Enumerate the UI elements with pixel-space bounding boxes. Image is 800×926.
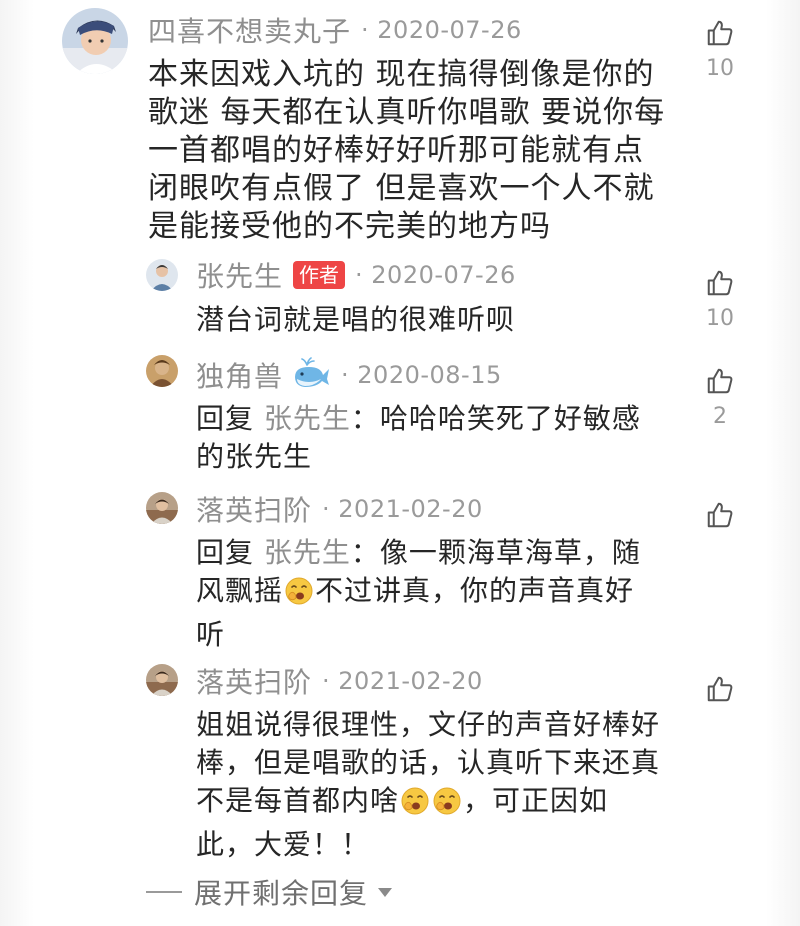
reply-target-user[interactable]: 张先生 [264, 402, 351, 435]
reply-date: · 2021-02-20 [322, 495, 483, 523]
reply-date: · 2020-08-15 [341, 361, 502, 389]
reply-text-line: 不是每首都内啥 ，可正因如 [196, 782, 716, 826]
reply-text-line: 姐姐说得很理性，文仔的声音好棒好 [196, 708, 661, 741]
reply-text: 潜台词就是唱的很难听呗 [196, 303, 516, 336]
comment-text-line: 一首都唱的好棒好好听那可能就有点 [148, 133, 644, 168]
yawning-face-emoji [284, 576, 314, 616]
avatar[interactable] [146, 355, 178, 387]
thumbs-up-icon [707, 270, 733, 296]
like-button[interactable]: 2 [700, 366, 740, 429]
reply-text-fragment: ，可正因如 [463, 784, 609, 817]
reply-date: · 2020-07-26 [355, 261, 516, 289]
caret-down-icon [378, 887, 393, 897]
comment-text-line: 闭眼吹有点假了 但是喜欢一个人不就 [148, 171, 655, 206]
reply-text: 回复 张先生：哈哈哈笑死了好敏感 的张先生 [196, 400, 696, 476]
reply-text-fragment: 风飘摇 [196, 574, 284, 607]
like-count: 10 [706, 56, 734, 81]
avatar[interactable] [146, 492, 178, 524]
avatar[interactable] [146, 259, 178, 291]
reply-meta: 落英扫阶 · 2021-02-20 [196, 491, 483, 527]
reply-text-line: 风飘摇 不过讲真，你的声音真好 [196, 572, 696, 616]
reply-text-fragment: 不是每首都内啥 [196, 784, 400, 817]
username[interactable]: 张先生 [196, 255, 283, 295]
expand-replies-label: 展开剩余回复 [194, 877, 369, 910]
like-button[interactable] [700, 500, 740, 534]
reply-target-user[interactable]: 张先生 [264, 536, 351, 569]
avatar[interactable] [146, 664, 178, 696]
reply-text-line: 此，大爱！！ [196, 828, 371, 861]
like-button[interactable] [700, 674, 740, 708]
whale-icon [291, 357, 331, 393]
reply-text-line: 听 [196, 618, 226, 651]
comment-text-line: 歌迷 每天都在认真听你唱歌 要说你每 [148, 95, 666, 130]
reply-prefix: 回复 [196, 402, 264, 435]
reply-text-line: 的张先生 [196, 440, 313, 473]
reply-meta: 张先生 作者 · 2020-07-26 [196, 257, 516, 293]
reply-text-fragment: 不过讲真，你的声音真好 [315, 574, 635, 607]
reply-meta: 独角兽 · 2020-08-15 [196, 357, 502, 393]
reply-text-fragment: ：像一颗海草海草，随 [350, 536, 641, 569]
reply-meta: 落英扫阶 · 2021-02-20 [196, 663, 483, 699]
divider-line [146, 891, 182, 893]
reply-text-line: 回复 张先生：哈哈哈笑死了好敏感 [196, 400, 696, 438]
expand-replies-button[interactable]: 展开剩余回复 [146, 872, 393, 912]
comment-date: · 2020-07-26 [361, 16, 522, 44]
right-shadow [766, 0, 800, 926]
yawning-face-emoji [432, 786, 462, 826]
username[interactable]: 落英扫阶 [196, 661, 312, 701]
comment-text: 本来因戏入坑的 现在搞得倒像是你的 歌迷 每天都在认真听你唱歌 要说你每 一首都… [148, 56, 708, 246]
username[interactable]: 落英扫阶 [196, 489, 312, 529]
username[interactable]: 四喜不想卖丸子 [148, 10, 351, 50]
like-button[interactable]: 10 [700, 18, 740, 81]
reply-prefix: 回复 [196, 536, 264, 569]
reply-text: 姐姐说得很理性，文仔的声音好棒好 棒，但是唱歌的话，认真听下来还真 不是每首都内… [196, 706, 716, 864]
reply-text: 回复 张先生：像一颗海草海草，随 风飘摇 不过讲真，你的声音真好 听 [196, 534, 696, 654]
like-button[interactable]: 10 [700, 268, 740, 331]
thumbs-up-icon [707, 676, 733, 702]
username[interactable]: 独角兽 [196, 355, 283, 395]
like-count: 10 [706, 306, 734, 331]
reply-text-fragment: ：哈哈哈笑死了好敏感 [350, 402, 641, 435]
like-count: 2 [713, 404, 727, 429]
comment-text-line: 本来因戏入坑的 现在搞得倒像是你的 [148, 57, 655, 92]
thumbs-up-icon [707, 368, 733, 394]
reply-text-line: 棒，但是唱歌的话，认真听下来还真 [196, 746, 661, 779]
avatar[interactable] [62, 8, 128, 74]
thumbs-up-icon [707, 502, 733, 528]
thumbs-up-icon [707, 20, 733, 46]
comment-text-line: 是能接受他的不完美的地方吗 [148, 209, 551, 244]
reply-date: · 2021-02-20 [322, 667, 483, 695]
left-shadow [0, 0, 34, 926]
author-badge: 作者 [293, 261, 346, 289]
reply-text-line: 回复 张先生：像一颗海草海草，随 [196, 534, 696, 572]
comment-meta: 四喜不想卖丸子 · 2020-07-26 [148, 12, 522, 48]
comment-thread: 四喜不想卖丸子 · 2020-07-26 本来因戏入坑的 现在搞得倒像是你的 歌… [0, 0, 800, 926]
yawning-face-emoji [400, 786, 430, 826]
